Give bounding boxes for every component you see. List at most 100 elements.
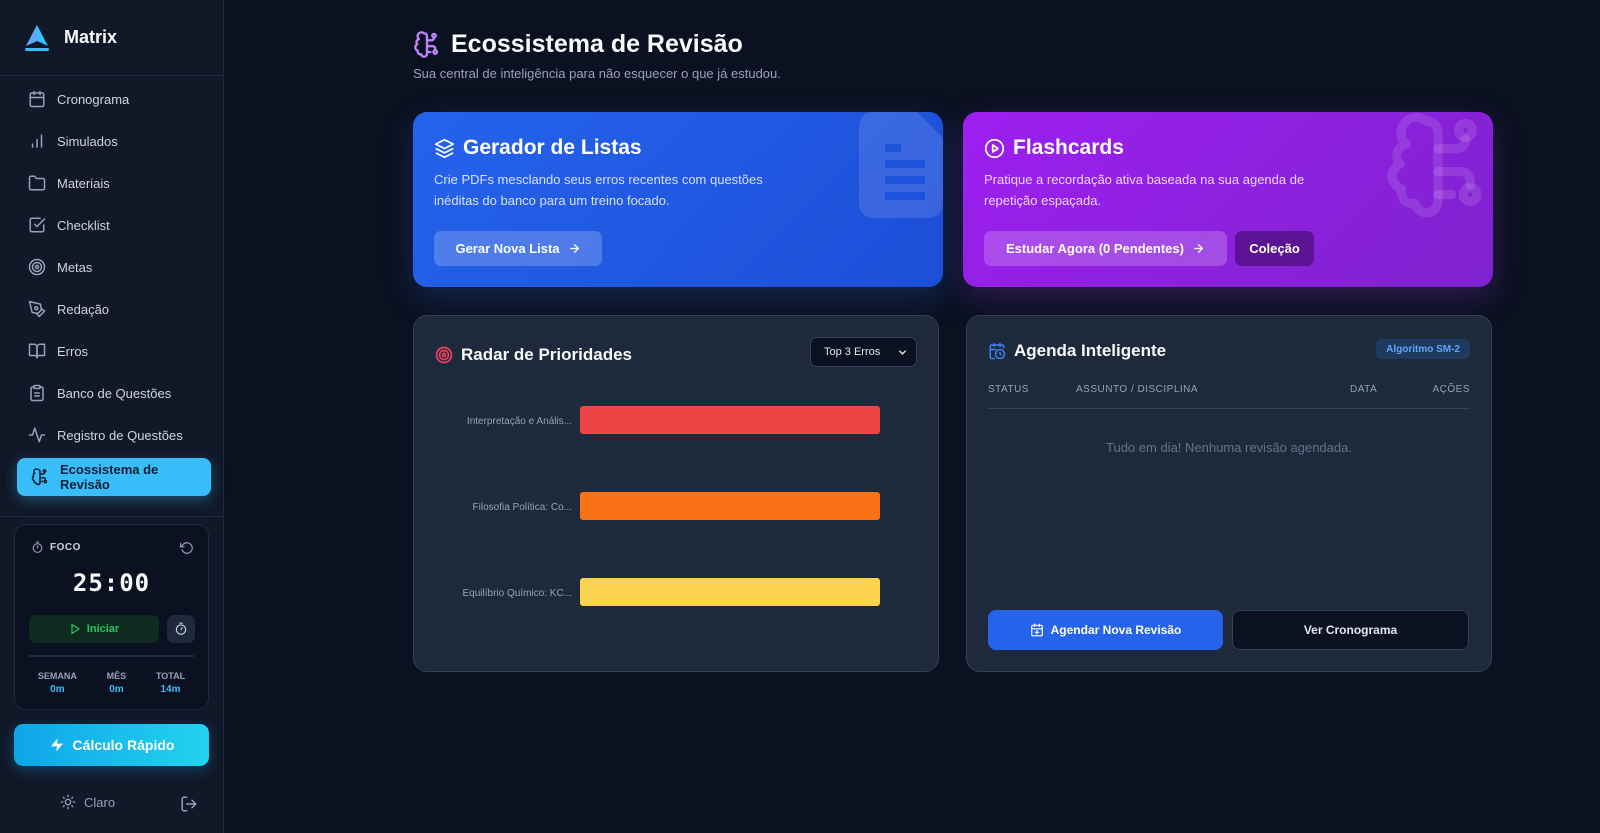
sidebar-item-label: Ecossistema de Revisão — [60, 462, 159, 492]
play-icon — [69, 623, 81, 635]
quick-calc-button[interactable]: Cálculo Rápido — [14, 724, 209, 766]
sidebar-item-simulados[interactable]: Simulados — [12, 122, 211, 160]
focus-header: FOCO — [31, 541, 81, 554]
agenda-header: Agenda Inteligente — [988, 341, 1166, 361]
generate-list-button[interactable]: Gerar Nova Lista — [434, 231, 602, 266]
bar-chart-icon — [28, 132, 46, 150]
schedule-review-label: Agendar Nova Revisão — [1050, 623, 1182, 637]
brain-icon — [413, 30, 441, 59]
lists-card-description: Crie PDFs mesclando seus erros recentes … — [434, 172, 763, 208]
reset-icon[interactable] — [180, 541, 194, 555]
sidebar-item-label: Redação — [57, 301, 110, 317]
sidebar-item-erros[interactable]: Erros — [12, 332, 211, 370]
focus-time: 25:00 — [72, 569, 151, 597]
folder-icon — [28, 174, 46, 192]
app-name: Matrix — [64, 27, 118, 47]
bar-label: Equilíbrio Químico: KC... — [463, 588, 572, 599]
arrow-right-icon — [568, 242, 581, 255]
sidebar: Matrix Cronograma Simulados Materiais Ch… — [0, 0, 224, 833]
lists-card-title: Gerador de Listas — [463, 136, 642, 159]
flashcards-card-description: Pratique a recordação ativa baseada na s… — [984, 172, 1305, 208]
calendar-plus-icon — [1030, 623, 1044, 637]
brain-icon — [31, 468, 49, 486]
radar-filter-select[interactable]: Top 3 Erros — [810, 337, 917, 367]
sidebar-item-banco-de-questoes[interactable]: Banco de Questões — [12, 374, 211, 412]
play-circle-icon — [984, 138, 1005, 159]
arrow-right-icon — [1192, 242, 1205, 255]
bar-label: Interpretação e Anális... — [467, 416, 572, 427]
document-icon — [833, 112, 943, 222]
calendar-clock-icon — [988, 342, 1006, 360]
priority-bar[interactable] — [580, 406, 880, 434]
sidebar-item-checklist[interactable]: Checklist — [12, 206, 211, 244]
sidebar-divider — [0, 516, 223, 517]
matrix-logo-icon — [24, 24, 50, 52]
bar-label: Filosofia Política: Co... — [473, 502, 572, 513]
sun-icon — [60, 794, 76, 810]
page-header: Ecossistema de Revisão — [413, 30, 743, 59]
sidebar-item-cronograma[interactable]: Cronograma — [12, 80, 211, 118]
sidebar-item-label: Simulados — [57, 133, 118, 149]
radar-header: Radar de Prioridades — [435, 345, 632, 365]
quick-calc-label: Cálculo Rápido — [72, 737, 175, 753]
target-icon — [435, 346, 453, 364]
priority-bar[interactable] — [580, 492, 880, 520]
lists-card-header: Gerador de Listas — [434, 136, 642, 160]
stat-value: 0m — [50, 684, 65, 695]
radar-title: Radar de Prioridades — [461, 345, 633, 364]
clipboard-icon — [28, 384, 46, 402]
focus-divider — [29, 655, 194, 657]
target-icon — [28, 258, 46, 276]
focus-timer-card: FOCO 25:00 Iniciar SEMANA 0m MÊS 0m TOTA… — [14, 524, 209, 710]
collection-label: Coleção — [1249, 241, 1300, 256]
sidebar-item-metas[interactable]: Metas — [12, 248, 211, 286]
sidebar-item-materiais[interactable]: Materiais — [12, 164, 211, 202]
sidebar-item-label: Erros — [57, 343, 89, 359]
theme-toggle[interactable]: Claro — [60, 794, 115, 810]
stat-label: TOTAL — [155, 671, 186, 681]
sidebar-item-redacao[interactable]: Redação — [12, 290, 211, 328]
layers-icon — [434, 138, 455, 159]
page-subtitle: Sua central de inteligência para não esq… — [413, 66, 781, 81]
column-status: STATUS — [988, 384, 1029, 395]
brand[interactable]: Matrix — [0, 0, 223, 76]
sidebar-item-label: Materiais — [57, 175, 110, 191]
view-calendar-button[interactable]: Ver Cronograma — [1232, 610, 1469, 650]
stat-value: 14m — [160, 684, 181, 695]
priority-bar[interactable] — [580, 578, 880, 606]
check-square-icon — [28, 216, 46, 234]
stat-label: SEMANA — [37, 671, 77, 681]
schedule-review-button[interactable]: Agendar Nova Revisão — [988, 610, 1223, 650]
logout-icon[interactable] — [180, 795, 198, 813]
sidebar-item-label: Cronograma — [57, 91, 130, 107]
sidebar-item-label: Metas — [57, 259, 93, 275]
stat-total: TOTAL 14m — [156, 671, 185, 695]
study-now-button[interactable]: Estudar Agora (0 Pendentes) — [984, 231, 1227, 266]
focus-stats: SEMANA 0m MÊS 0m TOTAL 14m — [23, 671, 200, 695]
calendar-icon — [28, 90, 46, 108]
sidebar-item-ecossistema-de-revisao[interactable]: Ecossistema de Revisão — [17, 458, 211, 496]
collection-button[interactable]: Coleção — [1235, 231, 1314, 266]
theme-label: Claro — [84, 794, 116, 810]
stopwatch-button[interactable] — [167, 615, 195, 643]
stat-label: MÊS — [106, 671, 127, 681]
sidebar-item-registro-de-questoes[interactable]: Registro de Questões — [12, 416, 211, 454]
timer-icon — [31, 541, 44, 554]
pen-tool-icon — [28, 300, 46, 318]
flashcards-card-title: Flashcards — [1013, 136, 1124, 159]
sidebar-item-label: Registro de Questões — [57, 427, 183, 443]
agenda-title: Agenda Inteligente — [1014, 341, 1167, 360]
flashcards-card: Flashcards Pratique a recordação ativa b… — [963, 112, 1493, 287]
generate-list-label: Gerar Nova Lista — [455, 241, 560, 256]
start-timer-button[interactable]: Iniciar — [29, 615, 159, 643]
chevron-down-icon — [897, 347, 908, 358]
sidebar-nav: Cronograma Simulados Materiais Checklist… — [0, 80, 223, 496]
sidebar-item-label: Banco de Questões — [57, 385, 172, 401]
agenda-table-header: STATUS ASSUNTO / DISCIPLINA DATA AÇÕES — [988, 381, 1470, 409]
column-subject: ASSUNTO / DISCIPLINA — [1076, 384, 1199, 395]
stat-value: 0m — [109, 684, 124, 695]
priority-radar-panel: Radar de Prioridades Top 3 Erros Interpr… — [413, 315, 939, 672]
lightning-icon — [49, 737, 65, 753]
stat-month: MÊS 0m — [107, 671, 127, 695]
study-now-label: Estudar Agora (0 Pendentes) — [1006, 241, 1184, 256]
